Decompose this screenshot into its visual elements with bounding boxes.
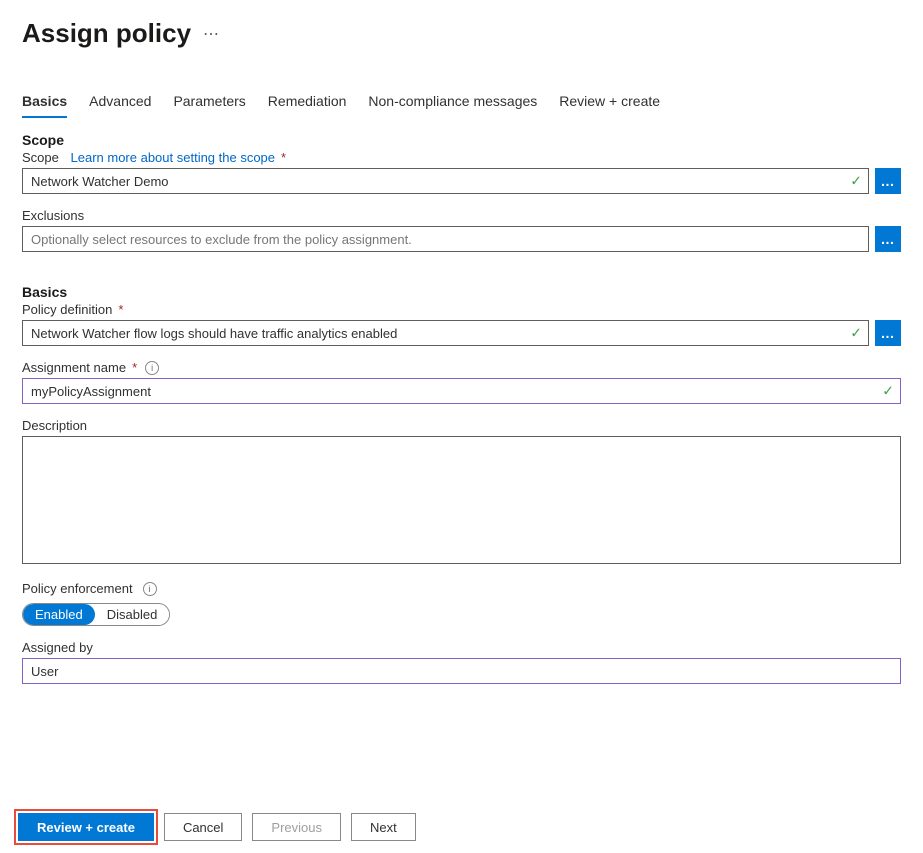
tab-review-create[interactable]: Review + create bbox=[559, 87, 660, 117]
tab-remediation[interactable]: Remediation bbox=[268, 87, 347, 117]
scope-input[interactable] bbox=[22, 168, 869, 194]
cancel-button[interactable]: Cancel bbox=[164, 813, 242, 841]
scope-label: Scope bbox=[22, 150, 59, 165]
exclusions-picker-button[interactable]: … bbox=[875, 226, 901, 252]
assignment-name-label: Assignment name bbox=[22, 360, 126, 375]
more-icon[interactable]: ⋯ bbox=[203, 24, 219, 44]
policy-definition-picker-button[interactable]: … bbox=[875, 320, 901, 346]
info-icon[interactable]: i bbox=[145, 361, 159, 375]
tabs: Basics Advanced Parameters Remediation N… bbox=[0, 87, 923, 118]
section-heading-basics: Basics bbox=[22, 284, 901, 300]
previous-button[interactable]: Previous bbox=[252, 813, 341, 841]
required-star-icon: * bbox=[132, 360, 137, 375]
tab-parameters[interactable]: Parameters bbox=[173, 87, 245, 117]
assigned-by-input[interactable] bbox=[22, 658, 901, 684]
assignment-name-input[interactable] bbox=[22, 378, 901, 404]
info-icon[interactable]: i bbox=[143, 582, 157, 596]
assigned-by-label: Assigned by bbox=[22, 640, 93, 655]
bottom-bar: Review + create Cancel Previous Next bbox=[18, 813, 416, 841]
policy-enforcement-label: Policy enforcement bbox=[22, 581, 133, 596]
review-create-button[interactable]: Review + create bbox=[18, 813, 154, 841]
description-label: Description bbox=[22, 418, 87, 433]
required-star-icon: * bbox=[118, 302, 123, 317]
enforcement-toggle: Enabled Disabled bbox=[22, 603, 170, 626]
exclusions-label: Exclusions bbox=[22, 208, 84, 223]
required-star-icon: * bbox=[281, 150, 286, 165]
scope-learn-link[interactable]: Learn more about setting the scope bbox=[71, 150, 276, 165]
policy-definition-label: Policy definition bbox=[22, 302, 112, 317]
tab-basics[interactable]: Basics bbox=[22, 87, 67, 117]
tab-non-compliance-messages[interactable]: Non-compliance messages bbox=[368, 87, 537, 117]
tab-advanced[interactable]: Advanced bbox=[89, 87, 151, 117]
next-button[interactable]: Next bbox=[351, 813, 416, 841]
page-title: Assign policy bbox=[22, 18, 191, 49]
description-textarea[interactable] bbox=[22, 436, 901, 564]
policy-definition-input[interactable] bbox=[22, 320, 869, 346]
enforcement-disabled-button[interactable]: Disabled bbox=[95, 604, 170, 625]
scope-picker-button[interactable]: … bbox=[875, 168, 901, 194]
section-heading-scope: Scope bbox=[22, 132, 901, 148]
enforcement-enabled-button[interactable]: Enabled bbox=[23, 604, 95, 625]
exclusions-input[interactable] bbox=[22, 226, 869, 252]
